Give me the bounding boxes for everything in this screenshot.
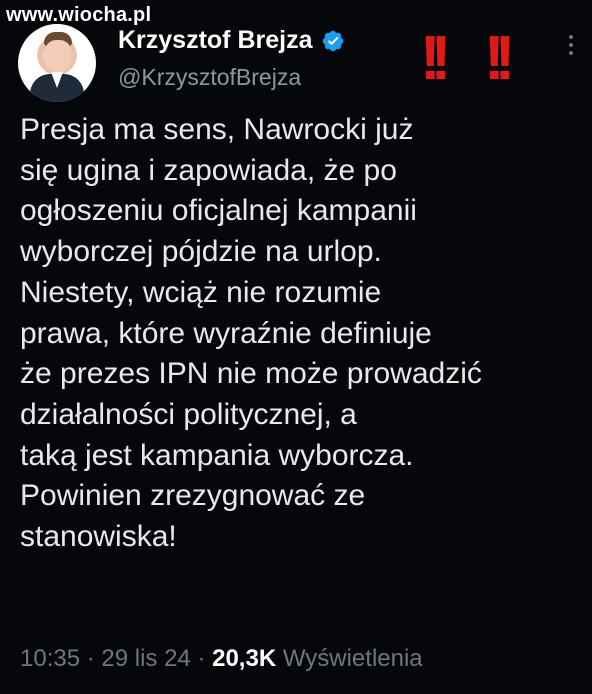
tweet-line: działalności politycznej, a: [20, 397, 357, 431]
tweet-line: Presja ma sens, Nawrocki już: [20, 113, 414, 146]
verified-badge-icon: [322, 30, 343, 51]
more-options-icon[interactable]: [568, 34, 574, 56]
tweet-date[interactable]: 29 lis 24: [101, 645, 190, 672]
avatar-face: [45, 40, 71, 72]
tweet-line: się ugina i zapowiada, że po: [20, 153, 397, 187]
tweet-time[interactable]: 10:35: [20, 645, 80, 672]
author-handle[interactable]: @KrzysztofBrejza: [118, 64, 301, 91]
meta-separator: ·: [80, 645, 102, 672]
views-count[interactable]: 20,3K: [212, 645, 276, 672]
tweet-line: stanowiska!: [20, 520, 177, 554]
tweet-line: ogłoszeniu oficjalnej kampanii: [20, 194, 417, 228]
site-watermark: www.wiocha.pl: [6, 4, 152, 26]
tweet-text: Presja ma sens, Nawrocki już się ugina i…: [20, 110, 590, 558]
author-name-row[interactable]: Krzysztof Brejza: [118, 26, 345, 55]
tweet-line: Niestety, wciąż nie rozumie: [20, 275, 382, 309]
tweet-line: że prezes IPN nie może prowadzić: [20, 357, 482, 391]
tweet-line: taką jest kampania wyborcza.: [20, 438, 414, 472]
tweet-line: prawa, które wyraźnie definiuje: [20, 316, 432, 350]
meta-separator: ·: [190, 645, 213, 672]
tweet-card: www.wiocha.pl Krzysztof Brejza @Krzyszto…: [0, 0, 592, 694]
double-exclamation-icon: !!: [420, 24, 451, 93]
tweet-meta: 10:35 · 29 lis 24 · 20,3K Wyświetlenia: [20, 645, 423, 673]
author-name[interactable]: Krzysztof Brejza: [118, 26, 313, 55]
views-label: Wyświetlenia: [276, 645, 423, 672]
avatar[interactable]: [18, 24, 96, 102]
tweet-line: wyborczej pójdzie na urlop.: [20, 235, 382, 269]
double-exclamation-icon: !!: [484, 24, 515, 93]
tweet-line: Powinien zrezygnować ze: [20, 479, 366, 513]
